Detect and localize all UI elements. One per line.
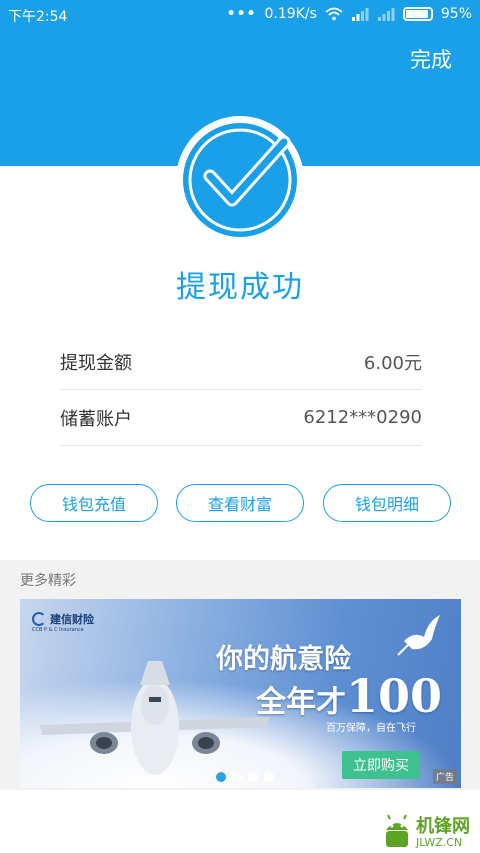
signal-icon bbox=[351, 8, 369, 21]
savings-account-label: 储蓄账户 bbox=[60, 408, 132, 430]
brand-logo-icon bbox=[32, 612, 46, 626]
wifi-icon bbox=[325, 7, 343, 21]
watermark-url: JLWZ.CN bbox=[416, 836, 463, 849]
status-indicators: ••• 0.19K/s 95% bbox=[227, 6, 472, 22]
withdraw-amount-row: 提现金额 6.00元 bbox=[60, 334, 422, 390]
buy-now-button[interactable]: 立即购买 bbox=[342, 751, 420, 779]
dove-icon bbox=[397, 615, 440, 656]
success-title: 提现成功 bbox=[176, 270, 304, 305]
carousel-dot[interactable] bbox=[232, 772, 242, 782]
view-wealth-button[interactable]: 查看财富 bbox=[176, 484, 304, 522]
status-bar: 下午2:54 ••• 0.19K/s 95% bbox=[0, 0, 480, 30]
banner-price-prefix: 全年才 bbox=[256, 685, 346, 720]
battery-level: 95% bbox=[440, 6, 472, 22]
carousel-dot[interactable] bbox=[264, 772, 274, 782]
savings-account-row: 储蓄账户 6212***0290 bbox=[60, 390, 422, 446]
more-dots-icon: ••• bbox=[226, 6, 257, 22]
banner-price: 100 bbox=[346, 669, 443, 723]
withdraw-amount-value: 6.00元 bbox=[363, 352, 422, 374]
banner-price-line: 全年才100 bbox=[256, 669, 442, 723]
wallet-recharge-button[interactable]: 钱包充值 bbox=[30, 484, 158, 522]
brand-logo: 建信财险 bbox=[32, 611, 94, 627]
carousel-dot[interactable] bbox=[216, 772, 226, 782]
carousel-dot[interactable] bbox=[248, 772, 258, 782]
watermark-name: 机锋网 bbox=[416, 816, 470, 837]
wallet-detail-button[interactable]: 钱包明细 bbox=[323, 484, 451, 522]
brand-name: 建信财险 bbox=[50, 613, 94, 626]
ad-badge: 广告 bbox=[432, 769, 457, 784]
android-logo-icon bbox=[386, 814, 408, 847]
more-section-title: 更多精彩 bbox=[20, 573, 76, 589]
success-check-icon bbox=[176, 116, 304, 244]
status-time: 下午2:54 bbox=[8, 9, 68, 25]
ad-banner[interactable]: 建信财险 CCB P & C Insurance 你的航意险 全年才100 百万… bbox=[20, 599, 461, 788]
watermark: 机锋网 JLWZ.CN bbox=[380, 808, 480, 853]
banner-subtitle: 百万保障，自在飞行 bbox=[326, 723, 416, 734]
battery-icon bbox=[402, 7, 433, 21]
signal-icon-2 bbox=[377, 8, 395, 21]
withdraw-amount-label: 提现金额 bbox=[60, 352, 132, 374]
savings-account-value: 6212***0290 bbox=[303, 407, 422, 428]
carousel-dots bbox=[216, 772, 274, 782]
brand-sub: CCB P & C Insurance bbox=[32, 627, 84, 633]
done-button[interactable]: 完成 bbox=[410, 44, 452, 74]
network-speed: 0.19K/s bbox=[264, 6, 317, 22]
